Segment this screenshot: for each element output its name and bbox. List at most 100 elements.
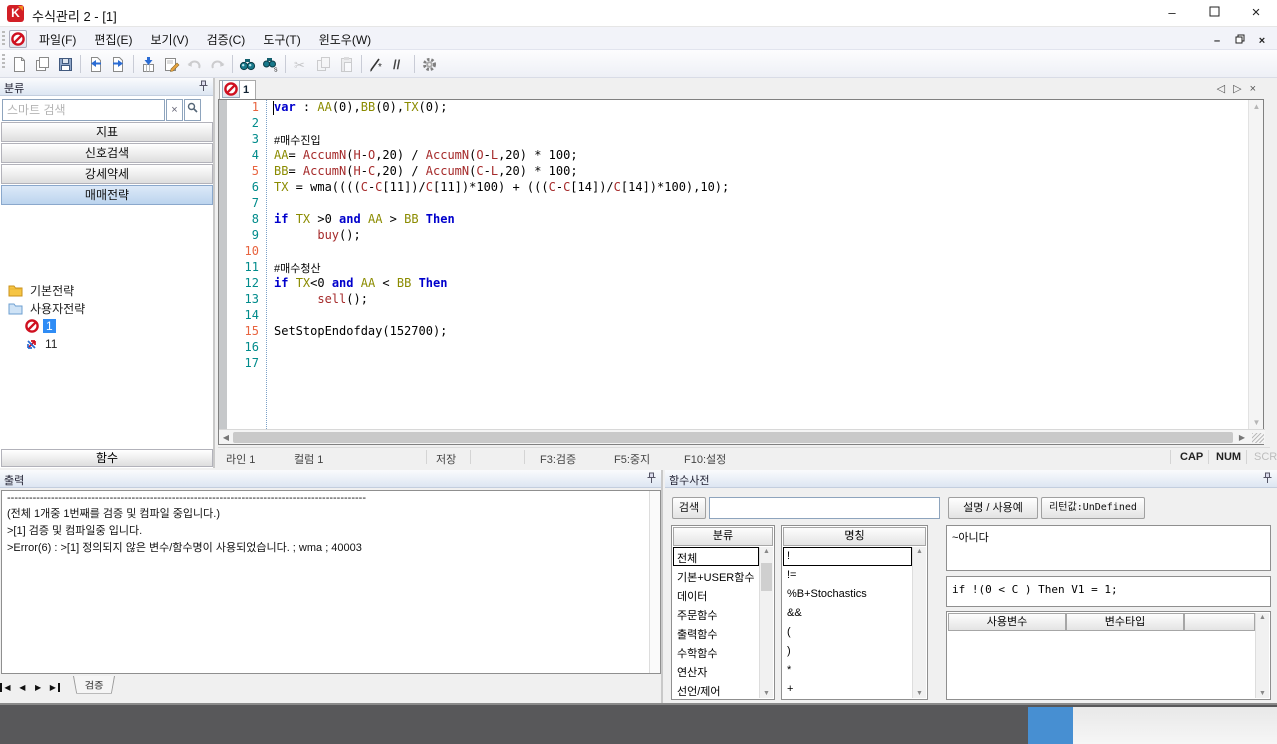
dict-search-button[interactable]: 검색 — [672, 497, 706, 519]
menu-item[interactable]: 보기(V) — [141, 27, 197, 50]
tree-item[interactable]: 사용자전략 — [0, 299, 213, 317]
minimize-button[interactable]: – — [1151, 0, 1193, 27]
new-file-icon[interactable] — [8, 53, 31, 75]
sidebar-category-3[interactable]: 강세약세 — [1, 164, 213, 184]
sidebar-category-2[interactable]: 신호검색 — [1, 143, 213, 163]
menu-item[interactable]: 도구(T) — [254, 27, 309, 50]
scroll-down-icon[interactable]: ▼ — [760, 690, 773, 697]
dict-category-item[interactable]: 출력함수 — [673, 623, 759, 642]
scroll-down-icon[interactable]: ▼ — [1256, 690, 1269, 697]
function-panel-button[interactable]: 함수 — [1, 449, 213, 467]
toolbar-separator — [285, 55, 286, 73]
description-usage-button[interactable]: 설명 / 사용예 — [948, 497, 1038, 519]
save-icon[interactable] — [54, 53, 77, 75]
last-tab-icon[interactable]: ▶ — [47, 683, 60, 692]
output-line: >Error(6) : >[1] 정의되지 않은 변수/함수명이 사용되었습니다… — [2, 538, 660, 555]
output-tab-validate[interactable]: 검증 — [73, 676, 115, 694]
code-editor[interactable]: 1234567891011121314151617 var : AA(0),BB… — [218, 99, 1264, 445]
dict-category-item[interactable]: 수학함수 — [673, 642, 759, 661]
category-list-header[interactable]: 분류 — [673, 527, 773, 546]
undo-icon — [183, 53, 206, 75]
vertical-scrollbar[interactable]: ▲ ▼ — [1248, 100, 1263, 429]
mdi-restore-button[interactable] — [1231, 34, 1249, 47]
menu-item[interactable]: 편집(E) — [85, 27, 141, 50]
code-area[interactable]: var : AA(0),BB(0),TX(0);#매수진입AA= AccumN(… — [274, 100, 1254, 429]
scroll-up-icon[interactable]: ▲ — [913, 548, 926, 555]
tab-close-icon[interactable]: × — [1250, 83, 1256, 95]
scroll-down-icon[interactable]: ▼ — [1249, 418, 1264, 427]
var-type-header[interactable]: 변수타입 — [1066, 613, 1184, 631]
find-next-icon[interactable]: s — [259, 53, 282, 75]
mdi-minimize-button[interactable]: – — [1208, 35, 1226, 47]
sidebar-category-1[interactable]: 지표 — [1, 122, 213, 142]
edit-document-icon[interactable] — [160, 53, 183, 75]
menu-item[interactable]: 윈도우(W) — [310, 27, 380, 50]
table-scrollbar[interactable]: ▲ ▼ — [1255, 613, 1269, 698]
scroll-left-icon[interactable]: ◀ — [219, 430, 233, 445]
dict-category-item[interactable]: 선언/제어 — [673, 680, 759, 698]
comment-line-icon[interactable]: // — [388, 53, 411, 75]
comment-block-icon[interactable]: * — [365, 53, 388, 75]
output-scrollbar[interactable] — [649, 491, 660, 673]
menu-item[interactable]: 검증(C) — [198, 27, 255, 50]
dict-name-item[interactable]: %B+Stochastics — [783, 585, 912, 604]
import-formula-icon[interactable] — [84, 53, 107, 75]
dict-name-item[interactable]: ( — [783, 623, 912, 642]
dict-name-item[interactable]: != — [783, 566, 912, 585]
search-icon[interactable] — [184, 99, 201, 121]
scroll-down-icon[interactable]: ▼ — [913, 690, 926, 697]
horizontal-scrollbar[interactable]: ◀ ▶ — [219, 429, 1265, 444]
pin-icon[interactable] — [198, 80, 209, 95]
function-dictionary-panel: 함수사전 검색 설명 / 사용예 리턴값:UnDefined 분류 전체기본+U… — [665, 470, 1277, 703]
no-entry-icon[interactable] — [9, 30, 27, 48]
sidebar-category-4[interactable]: 매매전략 — [1, 185, 213, 205]
scroll-up-icon[interactable]: ▲ — [760, 548, 773, 555]
dict-name-item[interactable]: * — [783, 661, 912, 680]
dict-category-item[interactable]: 전체 — [673, 547, 759, 566]
output-tab-bar: ◀ ◀ ▶ ▶ 검증 — [0, 676, 661, 700]
close-button[interactable]: × — [1235, 0, 1277, 27]
dict-search-input[interactable] — [709, 497, 940, 519]
tree-item[interactable]: 기본전략 — [0, 281, 213, 299]
menu-item[interactable]: 파일(F) — [30, 27, 85, 50]
var-name-header[interactable]: 사용변수 — [948, 613, 1066, 631]
scroll-up-icon[interactable]: ▲ — [1256, 614, 1269, 621]
dict-category-item[interactable]: 연산자 — [673, 661, 759, 680]
scroll-up-icon[interactable]: ▲ — [1249, 102, 1264, 111]
dict-name-item[interactable]: + — [783, 680, 912, 698]
clear-search-button[interactable]: × — [166, 99, 183, 121]
maximize-button[interactable] — [1193, 0, 1235, 27]
dict-category-item[interactable]: 데이터 — [673, 585, 759, 604]
download-to-sheet-icon[interactable] — [137, 53, 160, 75]
prev-tab-icon[interactable]: ◀ — [16, 683, 29, 692]
pin-icon[interactable] — [646, 472, 657, 487]
export-formula-icon[interactable] — [107, 53, 130, 75]
taskbar-app-tile[interactable] — [1028, 707, 1073, 744]
tab-prev-icon[interactable]: ◁ — [1217, 83, 1225, 95]
find-icon[interactable] — [236, 53, 259, 75]
new-window-icon[interactable] — [31, 53, 54, 75]
pin-icon[interactable] — [1262, 472, 1273, 487]
first-tab-icon[interactable]: ◀ — [0, 683, 13, 692]
name-scrollbar[interactable]: ▲ ▼ — [912, 547, 926, 698]
dict-category-item[interactable]: 주문함수 — [673, 604, 759, 623]
output-log[interactable]: ----------------------------------------… — [1, 490, 661, 674]
tab-next-icon[interactable]: ▷ — [1233, 83, 1241, 95]
name-list-header[interactable]: 명칭 — [783, 527, 926, 546]
tree-item[interactable]: 1 — [0, 317, 213, 335]
dict-name-item[interactable]: ! — [783, 547, 912, 566]
editor-tab[interactable]: 1 — [219, 80, 256, 99]
settings-gear-icon[interactable] — [418, 53, 441, 75]
mdi-close-button[interactable]: × — [1253, 35, 1271, 47]
scrollbar-thumb[interactable] — [761, 563, 772, 591]
search-input[interactable] — [2, 99, 165, 121]
next-tab-icon[interactable]: ▶ — [32, 683, 45, 692]
category-scrollbar[interactable]: ▲ ▼ — [759, 547, 773, 698]
dict-name-item[interactable]: ) — [783, 642, 912, 661]
scrollbar-thumb[interactable] — [233, 432, 1233, 443]
tree-item[interactable]: 11 — [0, 335, 213, 353]
dict-category-item[interactable]: 기본+USER함수 — [673, 566, 759, 585]
resize-grip[interactable] — [1252, 433, 1264, 443]
dict-name-item[interactable]: && — [783, 604, 912, 623]
scroll-right-icon[interactable]: ▶ — [1235, 430, 1249, 445]
